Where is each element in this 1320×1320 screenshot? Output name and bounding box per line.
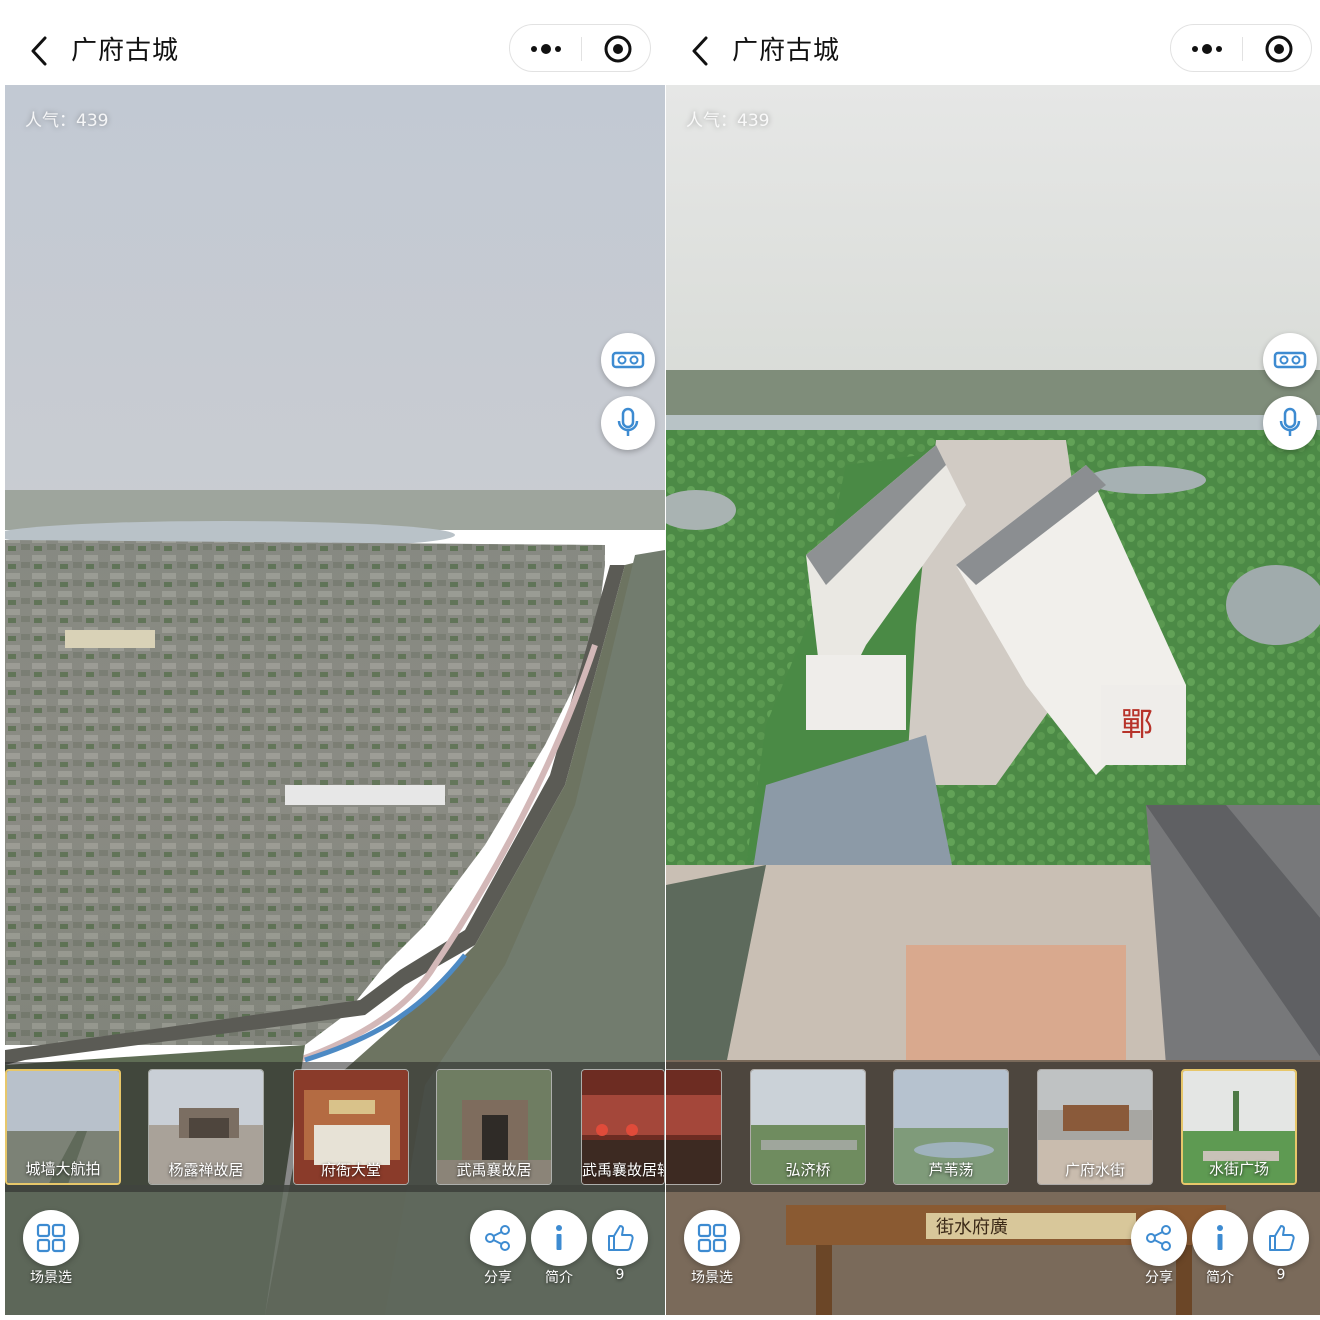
- scene-thumbnail-strip[interactable]: 弘济桥 芦苇荡 广府水街 水街广场: [666, 1062, 1320, 1192]
- popularity-counter: 人气：439: [686, 111, 770, 131]
- capsule-divider: [1242, 37, 1243, 61]
- info-icon[interactable]: [1192, 1210, 1248, 1266]
- mural-character: 鄲: [1121, 705, 1153, 743]
- share-icon[interactable]: [470, 1210, 526, 1266]
- scene-thumb[interactable]: [666, 1069, 722, 1185]
- more-dots-icon[interactable]: [1183, 33, 1231, 65]
- scene-thumb-label: 杨露禅故居: [168, 1161, 244, 1179]
- vr-glasses-icon[interactable]: [1263, 333, 1317, 387]
- likes-count: 9: [615, 1267, 625, 1283]
- scene-thumb[interactable]: 府衙大堂: [293, 1069, 409, 1185]
- scenes-label: 场景选: [30, 1270, 72, 1286]
- scene-thumb-label: 城墙大航拍: [25, 1160, 101, 1178]
- scene-thumb-label: 武禹襄故居轿房: [582, 1161, 664, 1179]
- scene-thumb-label: 广府水街: [1064, 1161, 1125, 1179]
- intro-label: 简介: [545, 1270, 573, 1286]
- scene-thumb[interactable]: 城墙大航拍: [5, 1069, 121, 1185]
- scenes-label: 场景选: [691, 1270, 733, 1286]
- panorama-view[interactable]: 人气：439 城墙大航拍 杨露禅故居 府衙大堂 武禹襄故居 武禹襄故居 场景选 …: [5, 85, 665, 1315]
- microphone-icon[interactable]: [1263, 396, 1317, 450]
- popularity-counter: 人气：439: [25, 111, 109, 131]
- share-label: 分享: [484, 1270, 512, 1286]
- panorama-panel-right: 广府古城 鄲 街水府廣 人气：439 弘济桥 芦苇荡 广府水街 水街广场 场景选…: [666, 0, 1320, 1320]
- panorama-panel-left: 广府古城 人气：439 城墙大航拍 杨露禅故居 府衙大堂 武禹襄故居 武禹襄故居…: [5, 0, 665, 1320]
- info-icon[interactable]: [531, 1210, 587, 1266]
- back-icon[interactable]: [688, 34, 718, 68]
- back-icon[interactable]: [27, 34, 57, 68]
- mini-program-capsule: [1170, 24, 1312, 72]
- share-icon[interactable]: [1131, 1210, 1187, 1266]
- page-title: 广府古城: [732, 36, 841, 66]
- capsule-divider: [581, 37, 582, 61]
- nav-bar: 广府古城: [666, 0, 1320, 85]
- more-dots-icon[interactable]: [522, 33, 570, 65]
- microphone-icon[interactable]: [601, 396, 655, 450]
- scene-thumb[interactable]: 弘济桥: [750, 1069, 866, 1185]
- scene-thumb-label: 府衙大堂: [320, 1161, 381, 1179]
- intro-label: 简介: [1206, 1270, 1234, 1286]
- grid-icon[interactable]: [23, 1210, 79, 1266]
- scene-thumb[interactable]: 水街广场: [1181, 1069, 1297, 1185]
- vr-glasses-icon[interactable]: [601, 333, 655, 387]
- scene-thumb-label: 武禹襄故居: [456, 1161, 532, 1179]
- scene-thumb[interactable]: 广府水街: [1037, 1069, 1153, 1185]
- share-label: 分享: [1145, 1270, 1173, 1286]
- scene-thumb[interactable]: 武禹襄故居轿房: [581, 1069, 665, 1185]
- scene-thumb[interactable]: 武禹襄故居: [436, 1069, 552, 1185]
- thumbs-up-icon[interactable]: [1253, 1210, 1309, 1266]
- likes-count: 9: [1276, 1267, 1286, 1283]
- page-title: 广府古城: [71, 36, 180, 66]
- grid-icon[interactable]: [684, 1210, 740, 1266]
- mini-program-capsule: [509, 24, 651, 72]
- panorama-view[interactable]: 鄲 街水府廣 人气：439 弘济桥 芦苇荡 广府水街 水街广场 场景选 分享 简…: [666, 85, 1320, 1315]
- scene-thumb-label: 水街广场: [1208, 1160, 1269, 1178]
- scene-thumb-label: 弘济桥: [785, 1161, 831, 1179]
- gate-sign: 街水府廣: [936, 1217, 1008, 1238]
- scene-thumb[interactable]: 杨露禅故居: [148, 1069, 264, 1185]
- scene-thumbnail-strip[interactable]: 城墙大航拍 杨露禅故居 府衙大堂 武禹襄故居 武禹襄故居轿房: [5, 1062, 665, 1192]
- target-icon[interactable]: [598, 33, 638, 65]
- thumbs-up-icon[interactable]: [592, 1210, 648, 1266]
- scene-thumb[interactable]: 芦苇荡: [893, 1069, 1009, 1185]
- target-icon[interactable]: [1259, 33, 1299, 65]
- nav-bar: 广府古城: [5, 0, 665, 85]
- scene-thumb-label: 芦苇荡: [928, 1161, 974, 1179]
